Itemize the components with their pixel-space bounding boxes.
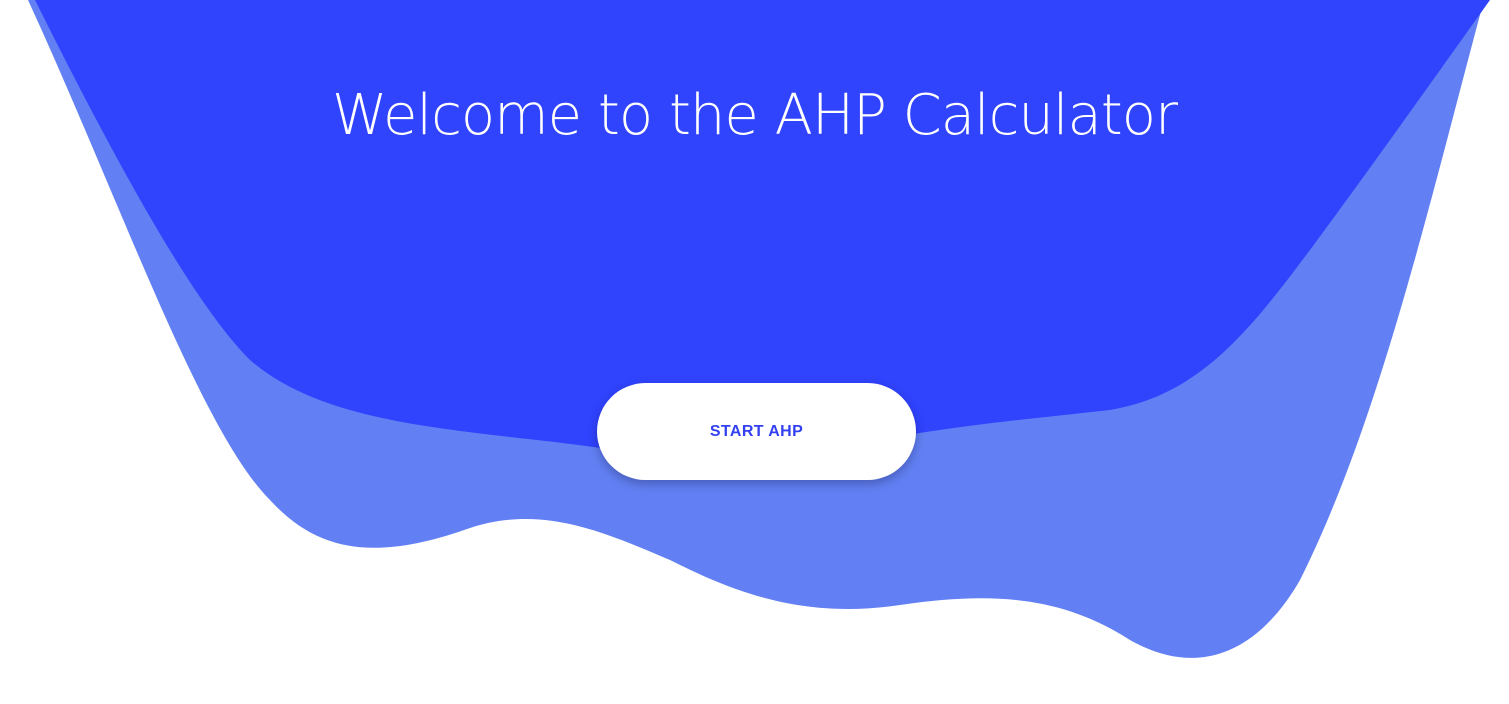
landing-page: Welcome to the AHP Calculator START AHP [0,0,1509,704]
page-title: Welcome to the AHP Calculator [331,83,1178,148]
start-ahp-button[interactable]: START AHP [597,383,916,480]
